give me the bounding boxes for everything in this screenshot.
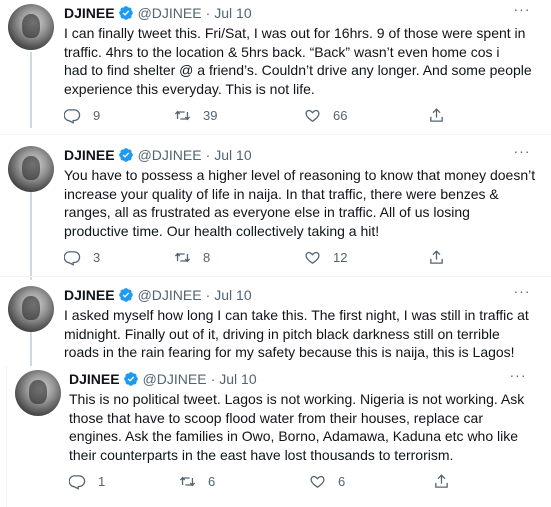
verified-badge-icon <box>118 147 134 163</box>
retweet-count: 39 <box>203 107 218 123</box>
more-options-icon[interactable]: ··· <box>513 144 531 162</box>
reply-icon <box>69 474 86 490</box>
retweet-button[interactable]: 8 <box>174 249 210 266</box>
heart-icon <box>310 475 325 488</box>
tweet-text-line: increase your quality of life in naija. … <box>64 185 499 202</box>
share-button[interactable] <box>433 473 462 490</box>
verified-badge-icon <box>123 371 139 387</box>
tweet-text-line: I can finally tweet this. Fri/Sat, I was… <box>64 25 526 41</box>
like-count: 6 <box>338 473 346 489</box>
reply-button[interactable]: 3 <box>64 249 100 266</box>
reply-count: 9 <box>93 107 101 123</box>
tweet-date[interactable]: Jul 10 <box>214 147 251 163</box>
avatar[interactable] <box>8 4 54 50</box>
tweet-divider <box>0 134 551 135</box>
retweet-icon <box>174 110 191 120</box>
share-button[interactable] <box>428 249 457 266</box>
retweet-icon <box>179 476 196 486</box>
tweet-text-line: traffic. 4hrs to the location & 5hrs bac… <box>64 43 500 60</box>
separator-dot: · <box>205 287 211 303</box>
tweet-text-line: those that have to scoop flood water fro… <box>69 409 484 426</box>
share-icon <box>430 107 443 122</box>
author-handle[interactable]: @DJINEE <box>138 147 202 163</box>
tweet-text-line: ranges, all as frustrated as everyone el… <box>64 204 470 221</box>
author-handle[interactable]: @DJINEE <box>143 371 207 387</box>
more-options-icon[interactable]: ··· <box>513 2 531 20</box>
separator-dot: · <box>205 147 211 163</box>
tweet-text-line: midnight. Finally out of it, driving in … <box>64 325 500 342</box>
heart-icon <box>305 109 320 122</box>
author-handle[interactable]: @DJINEE <box>138 287 202 303</box>
reply-button[interactable]: 9 <box>64 107 100 124</box>
avatar[interactable] <box>15 370 61 416</box>
like-count: 66 <box>333 107 348 123</box>
heart-icon <box>305 251 320 264</box>
tweet-header: DJINEE @DJINEE · Jul 10 <box>64 146 252 164</box>
like-button[interactable]: 12 <box>304 249 347 266</box>
author-handle[interactable]: @DJINEE <box>138 5 202 21</box>
retweet-count: 8 <box>203 249 211 265</box>
tweet-divider <box>0 276 551 277</box>
more-options-icon[interactable]: ··· <box>509 368 527 386</box>
tweet-text-line: You have to possess a higher level of re… <box>64 167 536 183</box>
tweet-date[interactable]: Jul 10 <box>219 371 256 387</box>
tweet-text-line: experience this everyday. This is not li… <box>64 80 315 97</box>
tweet[interactable]: DJINEE @DJINEE · Jul 10 ··· You have to … <box>0 142 551 272</box>
share-button[interactable] <box>428 107 457 124</box>
tweet-text: You have to possess a higher level of re… <box>64 166 536 240</box>
separator-dot: · <box>205 5 211 21</box>
tweet-text-line: I asked myself how long I can take this.… <box>64 307 529 323</box>
tweet-date[interactable]: Jul 10 <box>214 287 251 303</box>
verified-badge-icon <box>118 5 134 21</box>
tweet[interactable]: DJINEE @DJINEE · Jul 10 ··· I asked myse… <box>0 282 551 362</box>
share-icon <box>435 473 448 488</box>
tweet-text: I asked myself how long I can take this.… <box>64 306 534 362</box>
avatar[interactable] <box>8 146 54 192</box>
tweet-header: DJINEE @DJINEE · Jul 10 <box>69 370 257 388</box>
like-button[interactable]: 66 <box>304 107 347 124</box>
tweet-text-line: roads in the rain fearing for my safety … <box>64 344 515 361</box>
author-name[interactable]: DJINEE <box>64 5 115 21</box>
tweet-text-line: engines. Ask the families in Owo, Borno,… <box>69 428 519 445</box>
tweet-header: DJINEE @DJINEE · Jul 10 <box>64 4 252 22</box>
tweet-text-line: their counterparts in the east have lost… <box>69 446 454 463</box>
separator-dot: · <box>210 371 216 387</box>
reply-count: 1 <box>98 473 106 489</box>
retweet-button[interactable]: 6 <box>179 473 215 490</box>
tweet-text: This is no political tweet. Lagos is not… <box>69 390 539 464</box>
author-name[interactable]: DJINEE <box>69 371 120 387</box>
reply-count: 3 <box>93 249 101 265</box>
like-button[interactable]: 6 <box>309 473 345 490</box>
reply-button[interactable]: 1 <box>69 473 105 490</box>
retweet-button[interactable]: 39 <box>174 107 217 124</box>
like-count: 12 <box>333 249 348 265</box>
tweet-date[interactable]: Jul 10 <box>214 5 251 21</box>
verified-badge-icon <box>118 287 134 303</box>
reply-icon <box>64 250 81 266</box>
more-options-icon[interactable]: ··· <box>513 284 531 302</box>
tweet[interactable]: DJINEE @DJINEE · Jul 10 ··· This is no p… <box>6 366 551 507</box>
author-name[interactable]: DJINEE <box>64 287 115 303</box>
retweet-icon <box>174 252 191 262</box>
avatar[interactable] <box>8 286 54 332</box>
tweet[interactable]: DJINEE @DJINEE · Jul 10 ··· I can finall… <box>0 0 551 132</box>
author-name[interactable]: DJINEE <box>64 147 115 163</box>
share-icon <box>430 249 443 264</box>
tweet-text: I can finally tweet this. Fri/Sat, I was… <box>64 24 534 98</box>
reply-icon <box>64 108 81 124</box>
tweet-text-line: had to find shelter @ a friend’s. Couldn… <box>64 62 532 79</box>
tweet-header: DJINEE @DJINEE · Jul 10 <box>64 286 252 304</box>
tweet-text-line: This is no political tweet. Lagos is not… <box>69 391 525 407</box>
tweet-text-line: productive time. Our health collectively… <box>64 222 380 239</box>
retweet-count: 6 <box>208 473 216 489</box>
